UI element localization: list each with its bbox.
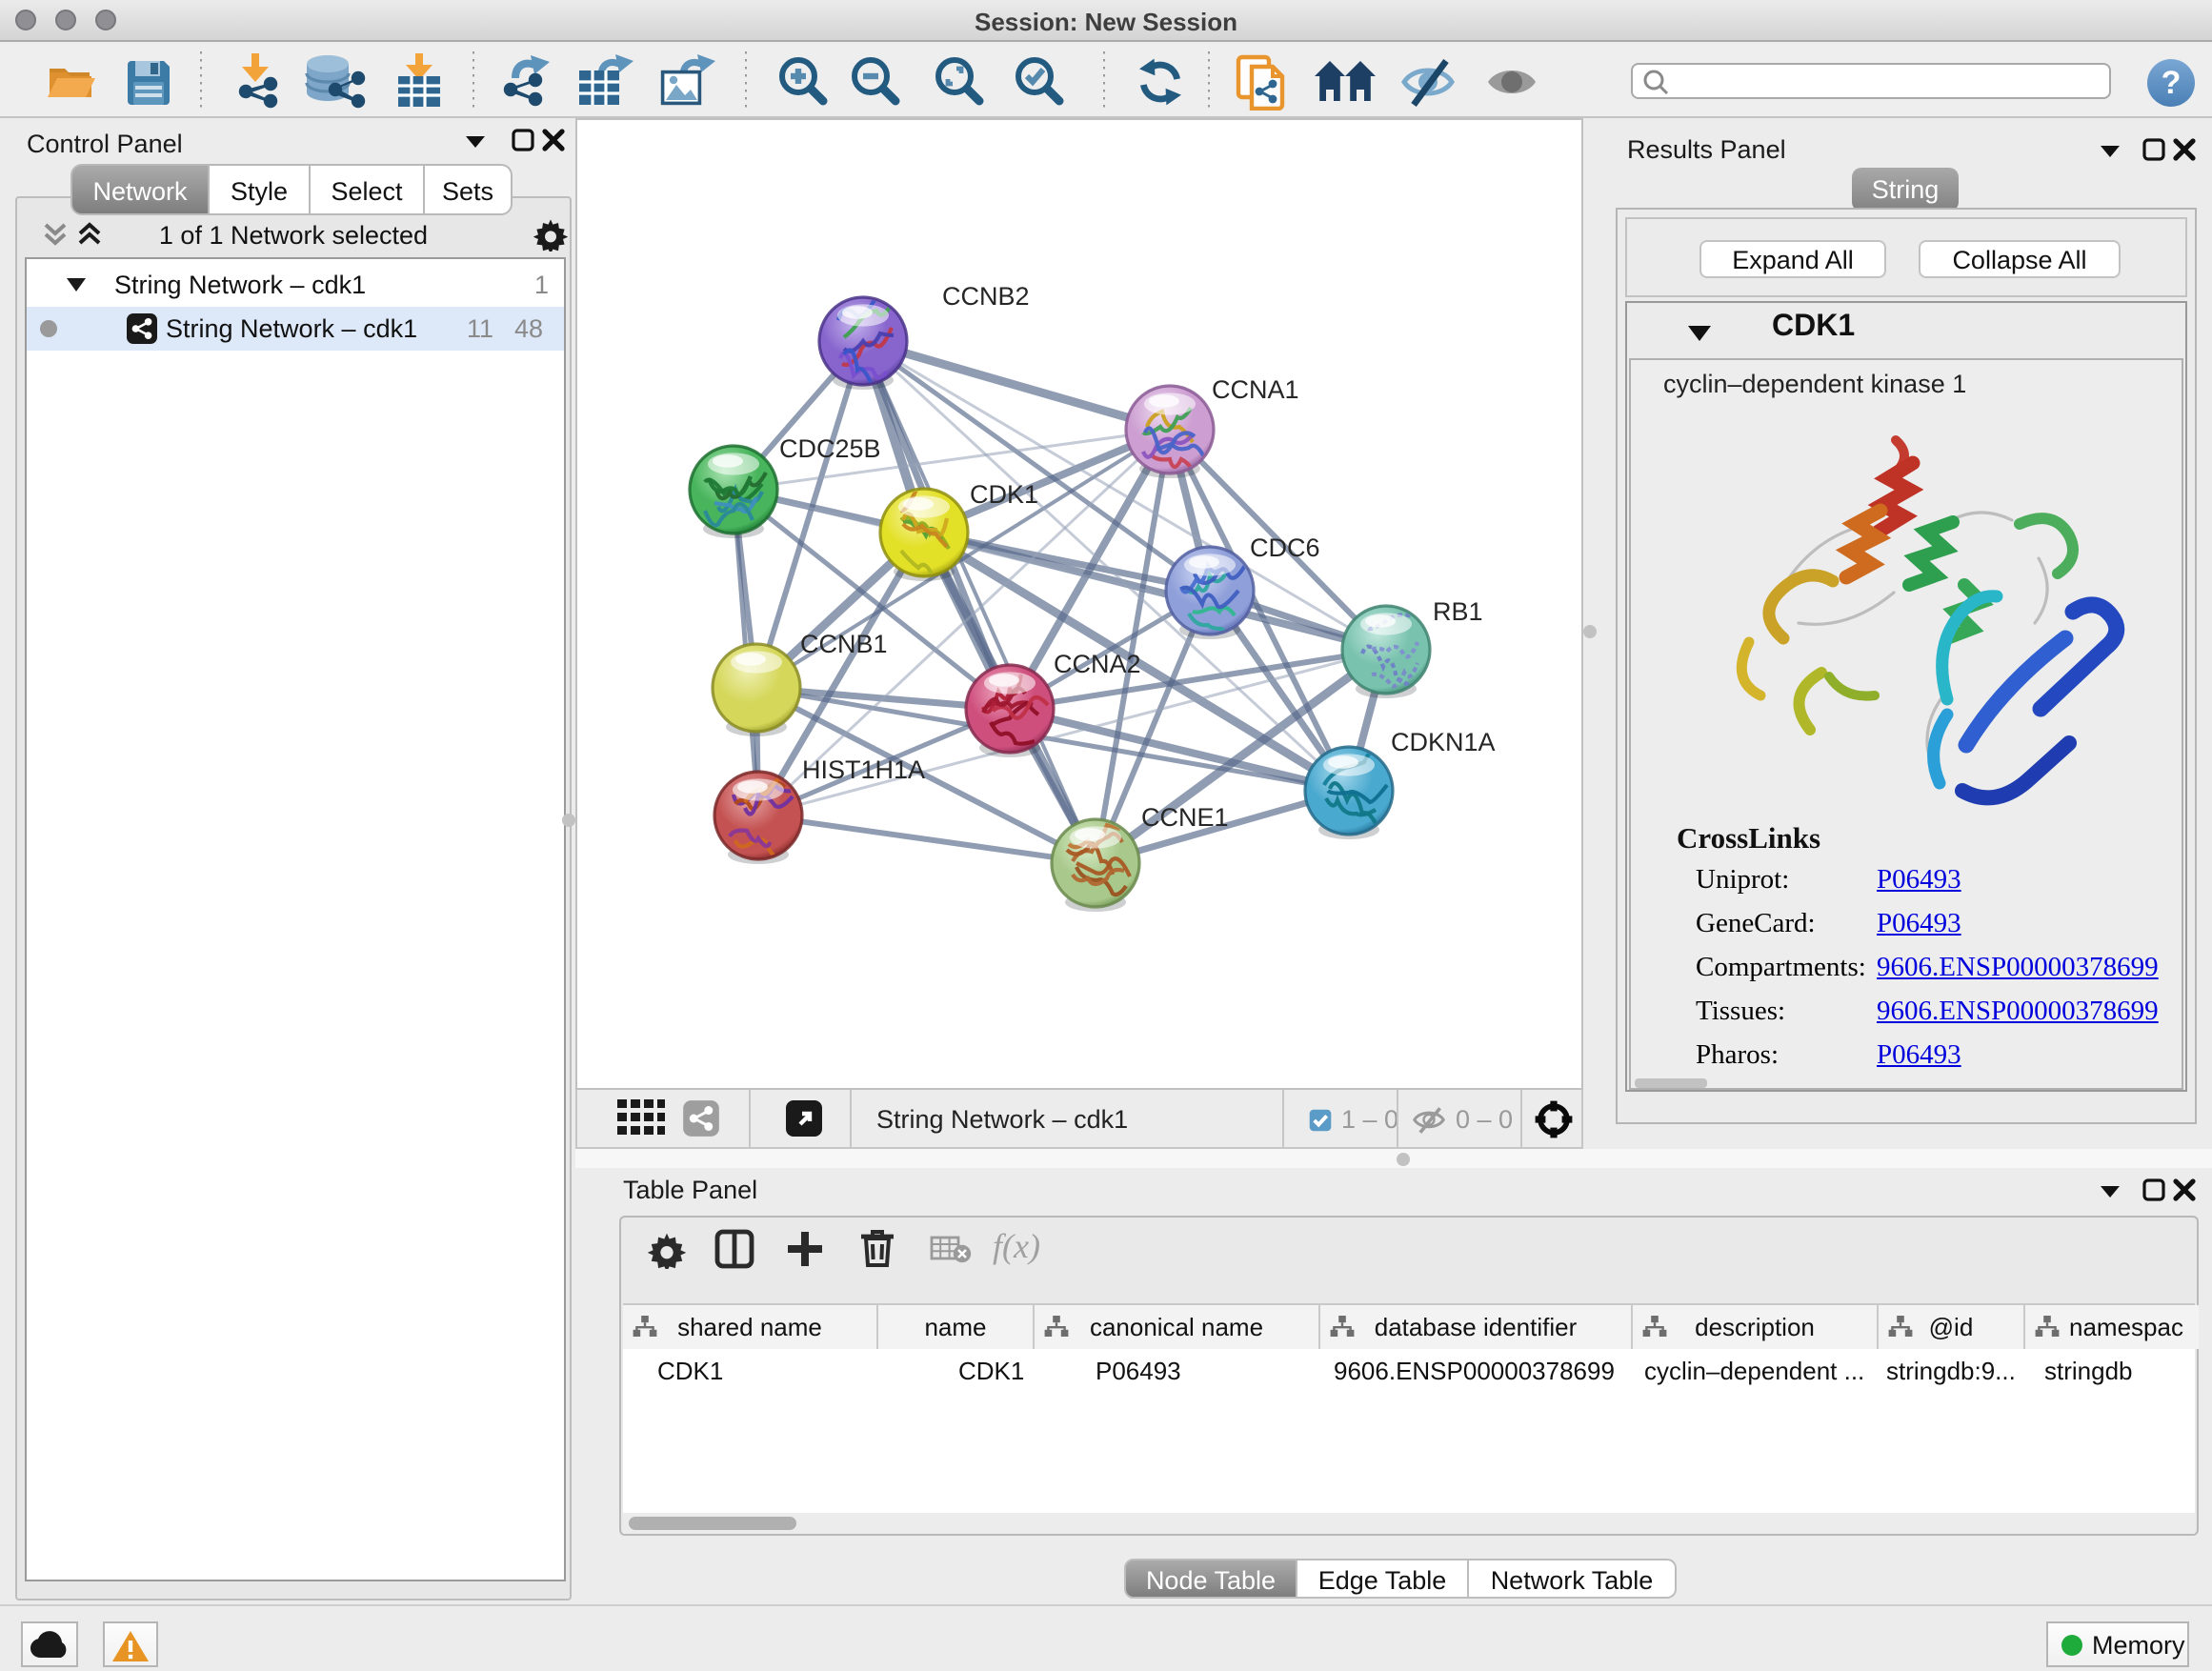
svg-text:CCNA2: CCNA2 bbox=[1054, 650, 1141, 678]
svg-text:CDC6: CDC6 bbox=[1250, 534, 1320, 562]
svg-text:HIST1H1A: HIST1H1A bbox=[802, 755, 925, 784]
svg-text:CCNB1: CCNB1 bbox=[800, 630, 888, 658]
svg-text:CCNB2: CCNB2 bbox=[942, 282, 1030, 311]
svg-text:CDKN1A: CDKN1A bbox=[1391, 728, 1496, 756]
svg-text:CDC25B: CDC25B bbox=[779, 434, 881, 463]
svg-text:CDK1: CDK1 bbox=[970, 480, 1038, 509]
svg-text:CCNA1: CCNA1 bbox=[1212, 375, 1299, 404]
svg-text:CCNE1: CCNE1 bbox=[1141, 803, 1229, 832]
svg-text:RB1: RB1 bbox=[1433, 597, 1483, 626]
